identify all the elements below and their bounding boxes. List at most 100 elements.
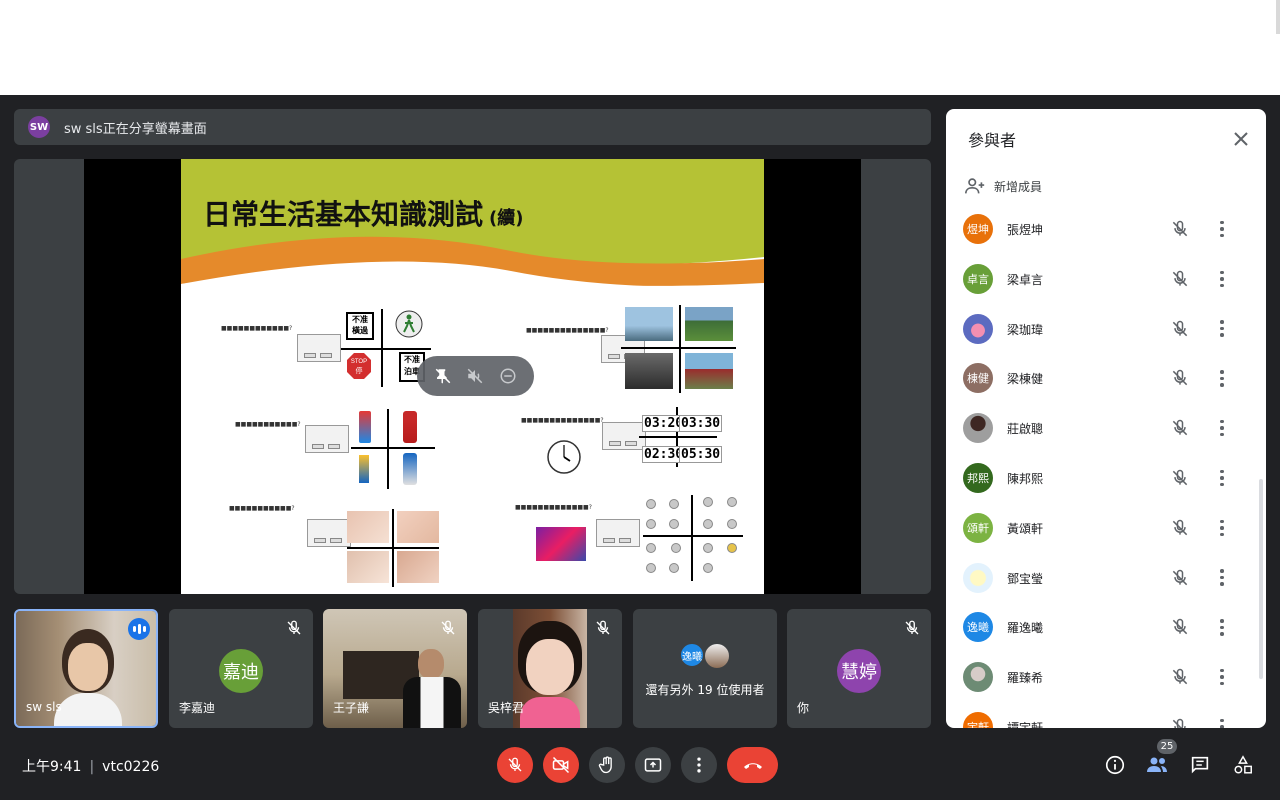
grid-line bbox=[347, 547, 439, 549]
more-vert-icon[interactable] bbox=[1216, 518, 1228, 538]
participant-row[interactable]: 頌軒 黃頌軒 bbox=[946, 501, 1266, 551]
digital-time: 03:30 bbox=[679, 415, 723, 432]
more-vert-icon[interactable] bbox=[1216, 617, 1228, 637]
meet-app: SW sw sls正在分享螢幕畫面 日常生活基本知識測試 (續) ■■■■■■■■… bbox=[0, 95, 1280, 800]
presentation-stage[interactable]: 日常生活基本知識測試 (續) ■■■■■■■■■■■■? 不准 橫過 STOP 停 不… bbox=[14, 159, 931, 594]
toggle-mic-button[interactable] bbox=[497, 747, 533, 783]
mic-off-icon bbox=[1172, 419, 1188, 436]
participant-row[interactable]: 鄧宝瑩 bbox=[946, 551, 1266, 601]
hand-photo bbox=[347, 551, 389, 583]
grid-line bbox=[621, 347, 736, 349]
more-options-button[interactable] bbox=[681, 747, 717, 783]
browser-blank-area bbox=[0, 0, 1280, 95]
present-screen-button[interactable] bbox=[635, 747, 671, 783]
participant-row[interactable]: 羅臻希 bbox=[946, 650, 1266, 700]
person-add-icon bbox=[965, 178, 985, 194]
more-vert-icon[interactable] bbox=[1216, 368, 1228, 388]
clock-time: 上午9:41 bbox=[22, 759, 82, 775]
video-tile-self[interactable]: 慧婷 你 bbox=[787, 609, 931, 728]
digital-time: 05:30 bbox=[679, 446, 723, 463]
person-face bbox=[526, 639, 574, 695]
separator: | bbox=[89, 759, 95, 775]
cleaner-can bbox=[359, 455, 369, 483]
toggle-camera-button[interactable] bbox=[543, 747, 579, 783]
mute-audio-icon[interactable] bbox=[466, 367, 484, 385]
participant-row[interactable]: 卓言 梁卓言 bbox=[946, 252, 1266, 302]
grid-line bbox=[679, 305, 681, 393]
question-text: ■■■■■■■■■■■■? bbox=[221, 325, 293, 332]
mic-off-icon bbox=[1172, 469, 1188, 486]
more-vert-icon[interactable] bbox=[1216, 717, 1228, 728]
video-tile-sw-sls[interactable]: sw sls bbox=[14, 609, 158, 728]
participant-name: 張煜坤 bbox=[1007, 223, 1044, 237]
spray-bottle bbox=[359, 411, 371, 443]
video-tile-ng-zijun[interactable]: 吳梓君 bbox=[478, 609, 622, 728]
participant-name: 鄧宝瑩 bbox=[1007, 571, 1044, 586]
coin bbox=[671, 543, 681, 553]
participant-avatar: 逸曦 bbox=[963, 612, 993, 643]
video-tile-li-jiadi[interactable]: 嘉迪 李嘉迪 bbox=[169, 609, 313, 728]
people-icon bbox=[1147, 757, 1167, 772]
meeting-details-button[interactable] bbox=[1102, 752, 1128, 778]
info-icon bbox=[1105, 755, 1125, 775]
participant-avatar-image bbox=[963, 562, 993, 593]
meeting-info: 上午9:41 | vtc0226 bbox=[22, 756, 159, 776]
octopus-card-photo bbox=[536, 527, 586, 561]
others-tile[interactable]: 逸曦 還有另外 19 位使用者 bbox=[633, 609, 777, 728]
more-vert-icon[interactable] bbox=[1216, 219, 1228, 239]
more-vert-icon[interactable] bbox=[1216, 269, 1228, 289]
activities-icon bbox=[1234, 755, 1252, 774]
more-vert-icon[interactable] bbox=[1216, 418, 1228, 438]
raise-hand-button[interactable] bbox=[589, 747, 625, 783]
add-people-button[interactable]: 新增成員 bbox=[964, 175, 1042, 197]
participants-button[interactable] bbox=[1144, 752, 1170, 778]
more-vert-icon[interactable] bbox=[1216, 468, 1228, 488]
tile-name: 王子謙 bbox=[333, 701, 370, 715]
close-icon[interactable] bbox=[1229, 127, 1253, 151]
participant-avatar: 卓言 bbox=[963, 263, 993, 294]
question-dialog bbox=[305, 425, 349, 453]
mic-off-icon bbox=[1172, 569, 1188, 585]
more-vert-icon[interactable] bbox=[1216, 568, 1228, 588]
remove-icon[interactable] bbox=[499, 367, 517, 385]
activities-button[interactable] bbox=[1230, 752, 1256, 778]
participant-row[interactable]: 逸曦 羅逸曦 bbox=[946, 600, 1266, 650]
unpin-icon[interactable] bbox=[434, 367, 452, 385]
participant-row[interactable]: 莊啟聰 bbox=[946, 401, 1266, 451]
analog-clock bbox=[547, 440, 581, 474]
coin bbox=[703, 519, 713, 529]
leave-call-button[interactable] bbox=[727, 747, 778, 783]
more-vert-icon[interactable] bbox=[1216, 667, 1228, 687]
tile-name: 你 bbox=[797, 701, 810, 715]
participant-row[interactable]: 梁珈瑋 bbox=[946, 302, 1266, 352]
more-vert-icon[interactable] bbox=[1216, 319, 1228, 339]
stop-sign: STOP停 bbox=[347, 353, 371, 379]
minibus-photo bbox=[625, 353, 673, 389]
mic-off-icon bbox=[1172, 320, 1188, 336]
mic-off-icon bbox=[1172, 220, 1188, 237]
participant-name: 黃頌軒 bbox=[1007, 521, 1044, 536]
participant-row[interactable]: 宇軒 譚宇軒 bbox=[946, 700, 1266, 728]
video-tile-wang-zihim[interactable]: 王子謙 bbox=[323, 609, 467, 728]
mic-off-icon bbox=[1172, 668, 1188, 685]
participant-name: 梁卓言 bbox=[1007, 272, 1044, 287]
participant-avatar: 棟健 bbox=[963, 363, 993, 394]
mic-off-icon bbox=[1172, 619, 1188, 635]
hand-photo bbox=[347, 511, 389, 543]
meeting-code: vtc0226 bbox=[102, 759, 160, 775]
person-face bbox=[68, 643, 108, 691]
chat-button[interactable] bbox=[1187, 752, 1213, 778]
coin bbox=[669, 499, 679, 509]
panel-scrollbar[interactable] bbox=[1259, 479, 1263, 679]
question-text: ■■■■■■■■■■■■■■? bbox=[521, 417, 604, 424]
speaking-indicator-icon bbox=[128, 618, 150, 640]
participant-row[interactable]: 邦熙 陳邦熙 bbox=[946, 451, 1266, 501]
add-people-label: 新增成員 bbox=[994, 179, 1043, 194]
participant-row[interactable]: 棟健 梁棟健 bbox=[946, 351, 1266, 401]
coin bbox=[669, 563, 679, 573]
grid-line bbox=[691, 495, 693, 581]
presenting-text: sw sls正在分享螢幕畫面 bbox=[64, 121, 207, 137]
others-avatar-photo bbox=[703, 642, 731, 670]
page-scrollbar[interactable] bbox=[1276, 0, 1280, 34]
participant-row[interactable]: 煜坤 張煜坤 bbox=[946, 202, 1266, 252]
